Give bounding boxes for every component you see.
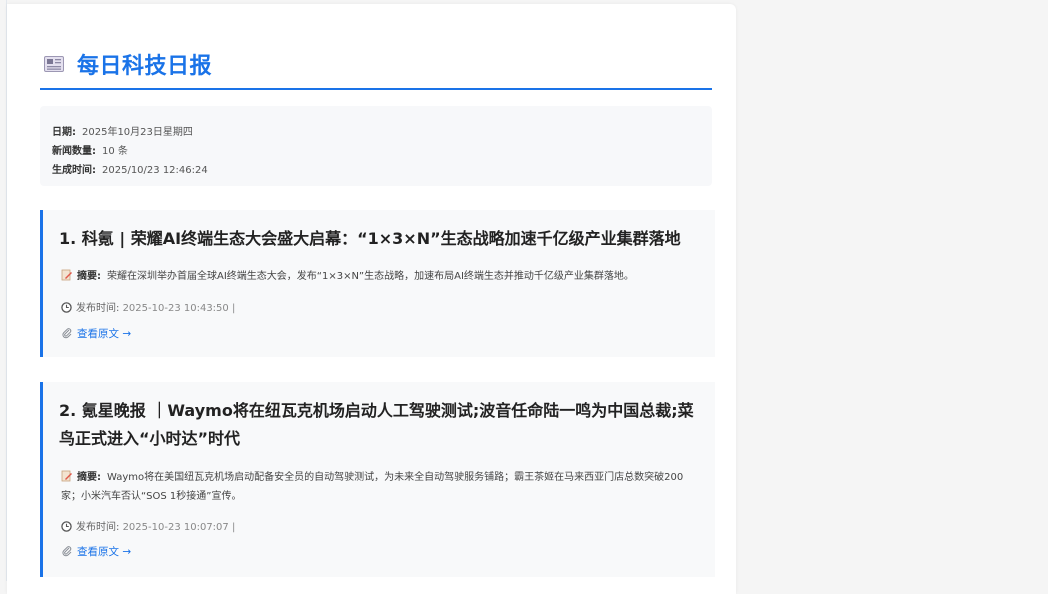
meta-count-label: 新闻数量: [52, 146, 96, 157]
news-time-label: 发布时间: [76, 522, 120, 533]
meta-date-value: 2025年10月23日星期四 [82, 127, 193, 138]
meta-count-value: 10 条 [102, 146, 128, 157]
meta-generated: 生成时间: 2025/10/23 12:46:24 [52, 161, 208, 176]
meta-date-label: 日期: [52, 127, 76, 138]
news-item: 2. 氪星晚报 ｜Waymo将在纽瓦克机场启动人工驾驶测试;波音任命陆一鸣为中国… [40, 382, 715, 577]
page: 每日科技日报 日期: 2025年10月23日星期四 新闻数量: 10 条 生成时间:… [0, 0, 1048, 594]
newspaper-icon [44, 56, 64, 72]
news-time: 发布时间: 2025-10-23 10:43:50 | [61, 299, 235, 314]
paperclip-icon [62, 546, 72, 557]
news-summary-text: 荣耀在深圳举办首届全球AI终端生态大会，发布“1×3×N”生态战略，加速布局AI… [107, 271, 634, 282]
meta-date: 日期: 2025年10月23日星期四 [52, 123, 193, 138]
news-item: 1. 科氪 | 荣耀AI终端生态大会盛大启幕：“1×3×N”生态战略加速千亿级产… [40, 210, 715, 357]
meta-generated-value: 2025/10/23 12:46:24 [102, 165, 208, 176]
clock-icon [61, 302, 72, 313]
news-summary-label: 摘要: [77, 271, 101, 282]
news-time: 发布时间: 2025-10-23 10:07:07 | [61, 518, 235, 533]
news-summary-label: 摘要: [77, 472, 101, 483]
view-original-label[interactable]: 查看原文 → [77, 546, 131, 558]
news-summary-text: Waymo将在美国纽瓦克机场启动配备安全员的自动驾驶测试，为未来全自动驾驶服务铺… [61, 472, 684, 502]
page-title: 每日科技日报 [77, 54, 213, 79]
news-summary: 摘要: Waymo将在美国纽瓦克机场启动配备安全员的自动驾驶测试，为未来全自动驾驶… [61, 468, 695, 506]
news-time-value: 2025-10-23 10:43:50 | [122, 303, 236, 314]
meta-generated-label: 生成时间: [52, 165, 96, 176]
view-original-link[interactable]: 查看原文 → [61, 326, 131, 341]
news-summary: 摘要: 荣耀在深圳举办首届全球AI终端生态大会，发布“1×3×N”生态战略，加速布… [61, 267, 695, 286]
view-original-link[interactable]: 查看原文 → [61, 544, 131, 559]
view-original-label[interactable]: 查看原文 → [77, 328, 131, 340]
news-time-label: 发布时间: [76, 303, 120, 314]
report-card: 每日科技日报 日期: 2025年10月23日星期四 新闻数量: 10 条 生成时间:… [7, 4, 736, 594]
news-time-value: 2025-10-23 10:07:07 | [122, 522, 236, 533]
clock-icon [61, 521, 72, 532]
pencil-memo-icon [61, 269, 72, 281]
news-title: 2. 氪星晚报 ｜Waymo将在纽瓦克机场启动人工驾驶测试;波音任命陆一鸣为中国… [59, 401, 694, 448]
report-meta: 日期: 2025年10月23日星期四 新闻数量: 10 条 生成时间: 2025/10… [40, 106, 712, 186]
pencil-memo-icon [61, 470, 72, 482]
report-header: 每日科技日报 [40, 44, 712, 90]
meta-count: 新闻数量: 10 条 [52, 142, 128, 157]
news-title: 1. 科氪 | 荣耀AI终端生态大会盛大启幕：“1×3×N”生态战略加速千亿级产… [59, 229, 681, 248]
paperclip-icon [62, 328, 72, 339]
